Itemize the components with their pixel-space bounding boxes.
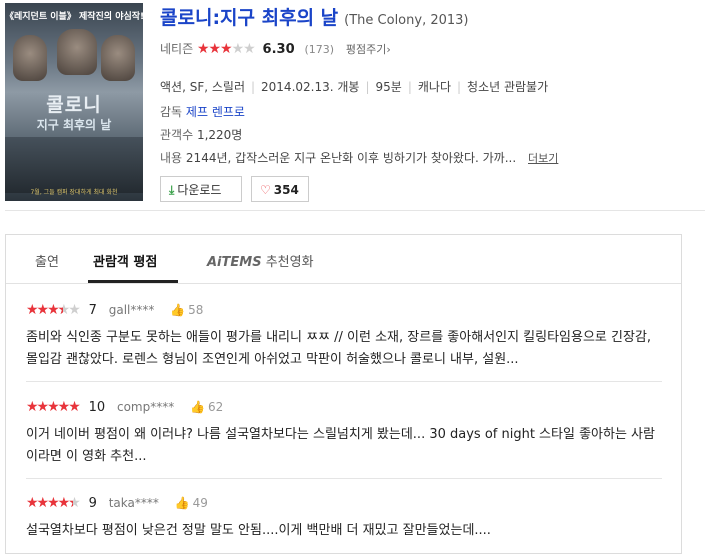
review-user: comp****	[116, 400, 175, 414]
director-line: 감독 제프 렌프로	[160, 103, 245, 120]
poster-subtitle: 지구 최후의 날	[36, 118, 112, 132]
thumbs-up-icon[interactable]: 👍	[190, 400, 205, 414]
poster-title: 콜로니	[46, 94, 102, 116]
movie-title-row: 콜로니:지구 최후의 날 (The Colony, 2013)	[160, 3, 469, 30]
review-divider	[26, 478, 662, 479]
rating-label: 네티즌	[160, 42, 194, 56]
rate-link[interactable]: 평점주기›	[346, 43, 391, 56]
rate-link-label: 평점주기	[345, 43, 387, 56]
tab-cast[interactable]: 출연	[35, 251, 59, 270]
section-divider	[5, 210, 705, 211]
thumbs-up-icon[interactable]: 👍	[175, 496, 190, 510]
more-link[interactable]: 더보기	[528, 152, 558, 165]
review-divider	[26, 381, 662, 382]
plot-text: 2144년, 갑작스러운 지구 온난화 이후 빙하기가 찾아왔다. 가까...	[185, 151, 517, 165]
review-text: 좀비와 식인종 구분도 못하는 애들이 평가를 내리니 ㅉㅉ // 이런 소재,…	[26, 330, 652, 367]
heart-icon: ♡	[260, 183, 271, 197]
review-like-count: 58	[188, 303, 204, 317]
download-label: 다운로드	[177, 183, 222, 197]
review-user: taka****	[108, 496, 159, 510]
audience-label: 관객수	[160, 128, 194, 142]
review-item: ★★★★★ 10 comp**** 👍 62 이거 네이버 평점이 왜 이러냐? …	[26, 398, 666, 468]
reviews-panel: 출연 관람객 평점 AiTEMS 추천영화 ★★★★★★ 7 gall**** …	[5, 234, 682, 554]
review-head: ★★★★★ 10 comp**** 👍 62	[26, 398, 666, 416]
like-count: 354	[273, 183, 299, 197]
review-stars: ★★★★★	[26, 399, 81, 415]
download-button[interactable]: ⤓ 다운로드	[160, 176, 242, 202]
review-text: 설국열차보다 평점이 낮은건 정말 말도 안됨....이게 백만배 더 재밌고 …	[26, 523, 491, 538]
plot-label: 내용	[160, 151, 183, 165]
poster-faces	[13, 25, 135, 95]
audience-count: 1,220명	[196, 128, 243, 142]
plot-line: 내용 2144년, 갑작스러운 지구 온난화 이후 빙하기가 찾아왔다. 가까.…	[160, 149, 558, 166]
aitems-suffix: 추천영화	[265, 255, 314, 270]
poster-face-left	[13, 35, 47, 81]
poster-tagline: 《레지던트 이블》 제작진의 야심작!	[5, 12, 143, 22]
like-button[interactable]: ♡ 354	[251, 176, 309, 202]
poster-ship-scene	[5, 137, 143, 193]
review-score: 10	[88, 400, 106, 415]
tab-reviews[interactable]: 관람객 평점	[93, 251, 157, 270]
thumbs-up-icon[interactable]: 👍	[170, 303, 185, 317]
review-item: ★★★★★★ 7 gall**** 👍58 좀비와 식인종 구분도 못하는 애들…	[26, 301, 666, 371]
poster-face-center	[57, 29, 97, 75]
active-tab-indicator	[88, 280, 178, 283]
movie-title[interactable]: 콜로니:지구 최후의 날	[160, 7, 338, 29]
review-like-count: 49	[192, 496, 208, 510]
rating-row: 네티즌 ★★★★★ 6.30 (173) 평점주기›	[160, 40, 391, 57]
release-date: 2014.02.13. 개봉	[261, 80, 360, 94]
tab-aitems[interactable]: AiTEMS 추천영화	[207, 251, 314, 270]
chevron-right-icon: ›	[386, 43, 391, 56]
rating-score: 6.30	[262, 42, 295, 57]
runtime: 95분	[375, 80, 402, 94]
review-head: ★★★★★★ 7 gall**** 👍58	[26, 301, 666, 319]
movie-info-line: 액션, SF, 스릴러 | 2014.02.13. 개봉 | 95분 | 캐나다 | 청소년 관…	[160, 80, 549, 94]
rating-stars: ★★★★★	[196, 41, 256, 57]
poster-face-right	[101, 35, 135, 81]
audience-line: 관객수 1,220명	[160, 126, 242, 143]
review-item: ★★★★★★ 9 taka**** 👍49 설국열차보다 평점이 낮은건 정말 …	[26, 494, 666, 542]
poster-credit: 7월, 그들 캠퍼 장대하게 최대 화천	[30, 189, 118, 196]
age-rating: 청소년 관람불가	[467, 80, 549, 94]
review-stars: ★★★★★★	[26, 495, 81, 511]
director-label: 감독	[160, 105, 183, 119]
review-score: 7	[88, 303, 97, 318]
review-like-count: 62	[208, 400, 224, 414]
director-link[interactable]: 제프 렌프로	[186, 105, 245, 119]
review-stars: ★★★★★★	[26, 302, 81, 318]
review-head: ★★★★★★ 9 taka**** 👍49	[26, 494, 666, 512]
review-text: 이거 네이버 평점이 왜 이러냐? 나름 설국열차보다는 스릴넘치게 봤는데..…	[26, 427, 655, 464]
tab-bar: 출연 관람객 평점 AiTEMS 추천영화	[6, 235, 681, 284]
genre: 액션, SF, 스릴러	[160, 80, 245, 94]
movie-poster[interactable]: 《레지던트 이블》 제작진의 야심작! 콜로니 지구 최후의 날 7월, 그들 …	[5, 3, 143, 201]
original-title: (The Colony, 2013)	[344, 13, 469, 28]
aitems-logo: AiTEMS	[207, 255, 262, 270]
review-score: 9	[88, 496, 97, 511]
download-icon: ⤓	[169, 183, 175, 197]
rating-count: (173)	[304, 43, 335, 56]
review-user: gall****	[108, 303, 155, 317]
country: 캐나다	[417, 80, 451, 94]
